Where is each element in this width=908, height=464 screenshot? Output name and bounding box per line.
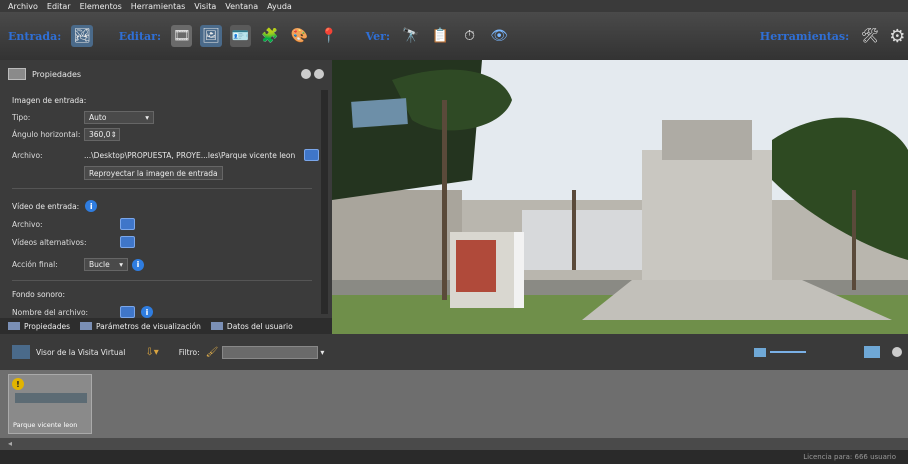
info-icon[interactable]: i xyxy=(132,258,144,271)
sound-folder-icon[interactable] xyxy=(120,306,135,318)
tab-datos-usuario[interactable]: Datos del usuario xyxy=(210,322,293,331)
editar-label: Editar: xyxy=(118,29,162,43)
sound-file-row: Nombre del archivo: i xyxy=(12,306,153,318)
strip-scrollbar[interactable]: ◂ xyxy=(0,438,908,450)
menu-herramientas[interactable]: Herramientas xyxy=(131,2,186,11)
tools-icon[interactable]: 🛠 xyxy=(859,25,880,47)
tab-parametros[interactable]: Parámetros de visualización xyxy=(80,322,201,331)
reproject-button[interactable]: Reproyectar la imagen de entrada xyxy=(84,166,223,180)
chevron-down-icon[interactable]: ▾ xyxy=(320,348,324,357)
edit-card-icon[interactable]: 🪪 xyxy=(229,25,252,47)
gauge-icon[interactable]: ⏱ xyxy=(459,25,480,47)
brush-icon[interactable]: 🖌 xyxy=(206,347,219,358)
tour-toolbar: Visor de la Visita Virtual ⇩▾ Filtro: 🖌 … xyxy=(0,334,908,370)
panorama-thumbnail[interactable]: ! Parque vicente leon xyxy=(8,374,92,434)
filter-select[interactable] xyxy=(222,345,319,359)
options-icon[interactable] xyxy=(892,347,903,357)
tipo-row: Tipo: Auto ▾ xyxy=(12,111,154,124)
panorama-viewer[interactable] xyxy=(332,60,908,334)
videos-alt-folder-icon[interactable] xyxy=(120,236,135,248)
menu-bar: Archivo Editar Elementos Herramientas Vi… xyxy=(0,0,908,12)
filter-label: Filtro: xyxy=(178,347,200,357)
edit-hotspot-icon[interactable]: 📍 xyxy=(318,25,339,47)
edit-film-icon[interactable]: 🎞 xyxy=(171,25,193,47)
menu-archivo[interactable]: Archivo xyxy=(8,2,38,11)
main-toolbar: Entrada: 🏞 Editar: 🎞 🖼 🪪 🧩 🎨 📍 Ver: 🔭 📋 … xyxy=(0,12,908,60)
reproject-row: Reproyectar la imagen de entrada xyxy=(84,166,223,180)
image-section-heading: Imagen de entrada: xyxy=(12,96,87,105)
ver-label: Ver: xyxy=(365,29,391,43)
zoom-small-icon xyxy=(754,347,767,357)
video-section-heading: Vídeo de entrada: i xyxy=(12,200,98,212)
zoom-large-icon xyxy=(864,346,881,358)
menu-visita[interactable]: Visita xyxy=(194,2,216,11)
sound-section-heading: Fondo sonoro: xyxy=(12,290,65,299)
clipboard-icon[interactable]: 📋 xyxy=(429,25,450,47)
video-folder-icon[interactable] xyxy=(120,218,135,230)
thumbnail-label: Parque vicente leon xyxy=(13,421,78,429)
divider xyxy=(12,188,312,189)
herramientas-label: Herramientas: xyxy=(759,29,850,43)
chevron-down-icon: ▾ xyxy=(145,113,149,122)
divider xyxy=(12,280,312,281)
status-bar: Licencia para: 666 usuario xyxy=(0,450,908,464)
panel-scrollbar[interactable] xyxy=(321,90,328,314)
menu-ayuda[interactable]: Ayuda xyxy=(267,2,292,11)
video-archivo-row: Archivo: xyxy=(12,218,135,230)
panel-thumbnail-icon xyxy=(8,68,26,80)
user-data-icon xyxy=(210,322,223,330)
browse-folder-icon[interactable] xyxy=(304,149,319,161)
panorama-image xyxy=(332,60,908,334)
videos-alt-row: Vídeos alternativos: xyxy=(12,236,135,248)
archivo-row: Archivo: ...\Desktop\PROPUESTA, PROYE...… xyxy=(12,149,319,161)
parameters-icon xyxy=(80,322,92,330)
accion-select[interactable]: Bucle ▾ xyxy=(84,258,128,271)
edit-paint-icon[interactable]: 🎨 xyxy=(289,25,310,47)
properties-icon xyxy=(8,322,20,330)
panel-options-icon[interactable] xyxy=(301,69,311,79)
tipo-select[interactable]: Auto ▾ xyxy=(84,111,154,124)
gear-icon[interactable]: ⚙ xyxy=(887,25,908,47)
binoculars-icon[interactable]: 🔭 xyxy=(400,25,421,47)
menu-editar[interactable]: Editar xyxy=(47,2,71,11)
edit-landscape-icon[interactable]: 🖼 xyxy=(200,25,222,47)
add-icon[interactable]: ⇩▾ xyxy=(145,347,158,358)
panel-tabs: Propiedades Parámetros de visualización … xyxy=(0,318,332,334)
angle-row: Ángulo horizontal: 360,0 ⇕ xyxy=(12,128,120,141)
menu-ventana[interactable]: Ventana xyxy=(225,2,258,11)
eye-icon[interactable]: 👁 xyxy=(488,25,509,47)
chevron-down-icon: ▾ xyxy=(119,260,123,269)
angle-stepper[interactable]: 360,0 ⇕ xyxy=(84,128,120,141)
panel-header: Propiedades xyxy=(0,60,332,88)
zoom-slider[interactable] xyxy=(770,351,807,353)
menu-elementos[interactable]: Elementos xyxy=(80,2,122,11)
panel-title: Propiedades xyxy=(32,69,82,79)
stepper-icon: ⇕ xyxy=(110,130,117,139)
edit-layout-icon[interactable]: 🧩 xyxy=(259,25,280,47)
tour-viewer-icon[interactable] xyxy=(12,345,30,359)
entrada-label: Entrada: xyxy=(8,29,62,43)
panel-close-icon[interactable] xyxy=(314,69,324,79)
tour-viewer-label: Visor de la Visita Virtual xyxy=(36,347,126,357)
thumbnail-image xyxy=(15,393,87,403)
scroll-left-icon[interactable]: ◂ xyxy=(8,439,12,448)
warning-icon: ! xyxy=(12,378,24,390)
accion-row: Acción final: Bucle ▾ i xyxy=(12,258,144,271)
panorama-input-icon[interactable]: 🏞 xyxy=(71,25,93,47)
license-text: Licencia para: 666 usuario xyxy=(803,453,896,461)
info-icon[interactable]: i xyxy=(141,306,153,318)
properties-panel: Propiedades Imagen de entrada: Tipo: Aut… xyxy=(0,60,332,318)
info-icon[interactable]: i xyxy=(85,200,98,212)
tab-propiedades[interactable]: Propiedades xyxy=(8,322,70,331)
panorama-strip: ! Parque vicente leon xyxy=(0,370,908,438)
archivo-path: ...\Desktop\PROPUESTA, PROYE...les\Parqu… xyxy=(84,150,296,160)
